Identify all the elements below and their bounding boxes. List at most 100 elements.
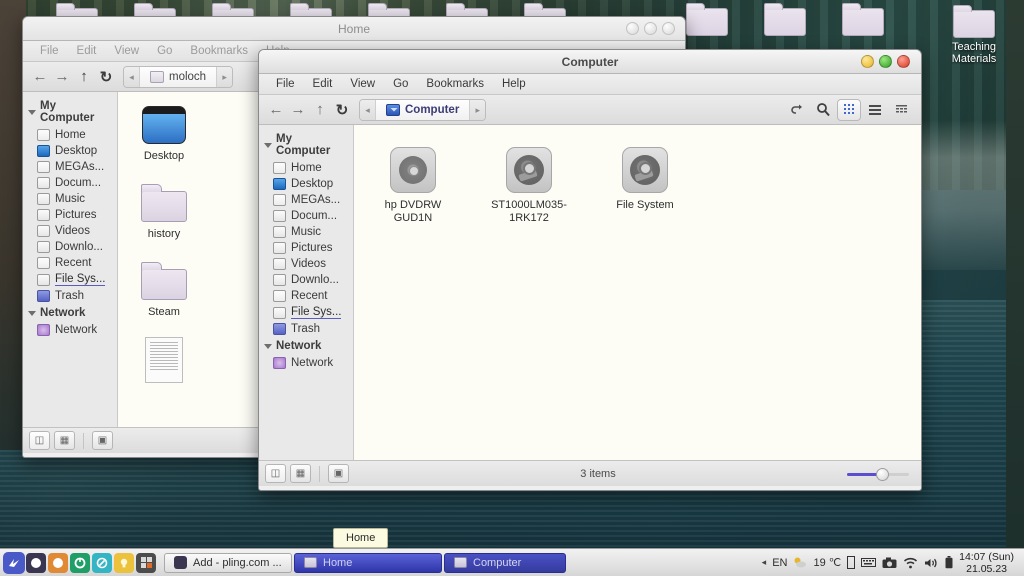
sidebar-item-network[interactable]: Network — [259, 355, 353, 371]
sidebar-group-network[interactable]: Network — [23, 304, 117, 322]
home-breadcrumb[interactable]: ◂ moloch ▸ — [123, 65, 234, 88]
sidebar-item-trash[interactable]: Trash — [23, 288, 117, 304]
desktop-folder-partial-9[interactable] — [748, 2, 822, 36]
sidebar-item-downloads[interactable]: Downlo... — [259, 272, 353, 288]
icon-view-icon[interactable] — [837, 98, 861, 121]
sidebar-item-desktop[interactable]: Desktop — [23, 143, 117, 159]
weather-icon[interactable] — [793, 556, 807, 569]
menu-launcher[interactable] — [3, 551, 25, 574]
sidebar-item-videos[interactable]: Videos — [259, 256, 353, 272]
ideas-launcher[interactable] — [114, 552, 134, 573]
close-button[interactable] — [662, 22, 675, 35]
icon-view-button[interactable]: ◫ — [265, 464, 286, 483]
clock[interactable]: 14:07 (Sun) 21.05.23 — [959, 551, 1014, 575]
sidebar-item-network[interactable]: Network — [23, 322, 117, 338]
file-item-document[interactable] — [118, 337, 210, 383]
list-view-icon[interactable] — [863, 99, 887, 121]
battery-icon[interactable] — [945, 556, 953, 569]
keyboard-icon[interactable] — [861, 557, 877, 568]
taskbar-window-pling[interactable]: Add - pling.com ... — [164, 552, 292, 573]
breadcrumb-right-arrow[interactable]: ▸ — [217, 66, 233, 87]
breadcrumb-left-arrow[interactable]: ◂ — [124, 66, 139, 87]
sidebar-item-home[interactable]: Home — [23, 127, 117, 143]
sidebar-toggle-button[interactable]: ▣ — [92, 431, 113, 450]
drive-item-file-system[interactable]: File System — [600, 147, 690, 225]
sidebar-item-file-system[interactable]: File Sys... — [259, 304, 353, 321]
camera-icon[interactable] — [882, 557, 897, 569]
menu-file[interactable]: File — [31, 41, 68, 62]
home-sidebar[interactable]: My Computer Home Desktop MEGAs... Docum.… — [23, 92, 118, 427]
sidebar-item-home[interactable]: Home — [259, 160, 353, 176]
taskbar-window-computer[interactable]: Computer — [444, 552, 566, 573]
reload-button[interactable]: ↻ — [95, 66, 117, 88]
reload-button[interactable]: ↻ — [331, 99, 353, 121]
home-window-controls[interactable] — [626, 22, 675, 35]
back-button[interactable]: ← — [265, 99, 287, 121]
desktop-icon-teaching-materials[interactable]: Teaching Materials — [937, 4, 1011, 65]
computer-statusbar[interactable]: ◫ ▦ ▣ 3 items — [259, 460, 921, 486]
desktop[interactable]: Teaching Materials Home File Edit View G… — [0, 0, 1024, 576]
maximize-button[interactable] — [879, 55, 892, 68]
computer-menubar[interactable]: File Edit View Go Bookmarks Help — [259, 74, 921, 95]
app-teal-launcher[interactable] — [92, 552, 112, 573]
file-item-history[interactable]: history — [118, 184, 210, 241]
list-view-button[interactable]: ▦ — [290, 464, 311, 483]
sidebar-item-documents[interactable]: Docum... — [23, 175, 117, 191]
taskbar-window-home[interactable]: Home — [294, 552, 442, 573]
computer-toolbar[interactable]: ← → ↑ ↻ ◂ Computer ▸ — [259, 95, 921, 125]
sidebar-item-recent[interactable]: Recent — [23, 255, 117, 271]
tray-expand-arrow[interactable]: ◂ — [762, 557, 767, 568]
menu-go[interactable]: Go — [384, 74, 417, 95]
device-icon[interactable] — [847, 556, 856, 569]
calculator-launcher[interactable] — [136, 552, 156, 573]
forward-button[interactable]: → — [51, 66, 73, 88]
up-button[interactable]: ↑ — [73, 66, 95, 88]
menu-help[interactable]: Help — [493, 74, 535, 95]
sidebar-toggle-button[interactable]: ▣ — [328, 464, 349, 483]
back-button[interactable]: ← — [29, 66, 51, 88]
window-computer[interactable]: Computer File Edit View Go Bookmarks Hel… — [258, 49, 922, 491]
sidebar-item-recent[interactable]: Recent — [259, 288, 353, 304]
file-item-steam[interactable]: Steam — [118, 262, 210, 319]
sidebar-item-megas[interactable]: MEGAs... — [259, 192, 353, 208]
breadcrumb-computer[interactable]: Computer — [375, 99, 471, 120]
computer-window-controls[interactable] — [861, 55, 910, 68]
sidebar-group-my-computer[interactable]: My Computer — [23, 97, 117, 127]
sidebar-group-network[interactable]: Network — [259, 337, 353, 355]
browser-dark-launcher[interactable] — [26, 552, 46, 573]
breadcrumb-moloch[interactable]: moloch — [139, 66, 218, 87]
sidebar-item-desktop[interactable]: Desktop — [259, 176, 353, 192]
sidebar-item-pictures[interactable]: Pictures — [259, 240, 353, 256]
menu-bookmarks[interactable]: Bookmarks — [417, 74, 493, 95]
sidebar-item-pictures[interactable]: Pictures — [23, 207, 117, 223]
menu-go[interactable]: Go — [148, 41, 181, 62]
menu-edit[interactable]: Edit — [304, 74, 342, 95]
sidebar-group-my-computer[interactable]: My Computer — [259, 130, 353, 160]
forward-button[interactable]: → — [287, 99, 309, 121]
computer-sidebar[interactable]: My Computer Home Desktop MEGAs... Docum.… — [259, 125, 354, 460]
search-icon[interactable] — [811, 99, 835, 121]
menu-view[interactable]: View — [105, 41, 148, 62]
minimize-button[interactable] — [626, 22, 639, 35]
undo-icon[interactable] — [785, 99, 809, 121]
file-item-desktop[interactable]: Desktop — [118, 106, 210, 163]
desktop-folder-partial-10[interactable] — [826, 2, 900, 36]
slider-handle[interactable] — [875, 467, 889, 481]
computer-file-area[interactable]: hp DVDRW GUD1N ST1000LM035- 1RK172 File … — [354, 125, 921, 460]
language-indicator[interactable]: EN — [772, 557, 787, 569]
zoom-slider[interactable] — [847, 467, 909, 481]
computer-titlebar[interactable]: Computer — [259, 50, 921, 74]
system-tray[interactable]: ◂ EN 19 ℃ 14:07 (Sun) 21.05.23 — [762, 551, 1020, 575]
computer-breadcrumb[interactable]: ◂ Computer ▸ — [359, 98, 487, 121]
list-view-button[interactable]: ▦ — [54, 431, 75, 450]
breadcrumb-left-arrow[interactable]: ◂ — [360, 99, 375, 120]
menu-file[interactable]: File — [267, 74, 304, 95]
app-green-launcher[interactable] — [70, 552, 90, 573]
taskbar[interactable]: Add - pling.com ... Home Computer ◂ EN 1… — [0, 548, 1024, 576]
menu-bookmarks[interactable]: Bookmarks — [181, 41, 257, 62]
menu-edit[interactable]: Edit — [68, 41, 106, 62]
sidebar-item-documents[interactable]: Docum... — [259, 208, 353, 224]
sidebar-item-music[interactable]: Music — [23, 191, 117, 207]
up-button[interactable]: ↑ — [309, 99, 331, 121]
toolbar-right-icons[interactable] — [785, 98, 915, 121]
